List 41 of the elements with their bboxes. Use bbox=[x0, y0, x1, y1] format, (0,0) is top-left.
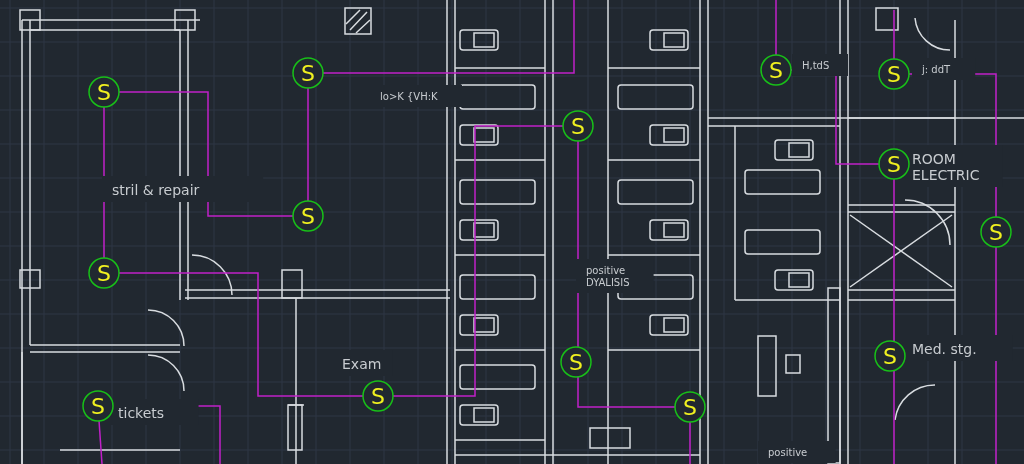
label-background bbox=[792, 54, 848, 76]
room-label: Exam bbox=[342, 356, 382, 372]
room-label: tickets bbox=[118, 405, 165, 421]
sensor-circle-icon bbox=[562, 110, 594, 142]
room-label: positive bbox=[586, 265, 626, 276]
sensor-circle-icon bbox=[560, 346, 592, 378]
sensor-label: S bbox=[301, 61, 315, 86]
sensor-circle-icon bbox=[88, 257, 120, 289]
sensor-label: S bbox=[371, 384, 385, 409]
sensor-circle-icon bbox=[292, 57, 324, 89]
room-label: DYALISIS bbox=[586, 277, 630, 288]
room-label: lo>K {VH:K bbox=[380, 91, 438, 102]
sensor-circle-icon bbox=[980, 216, 1012, 248]
sensor-label: S bbox=[97, 261, 111, 286]
sensor-label: S bbox=[97, 80, 111, 105]
sensor-label: S bbox=[887, 152, 901, 177]
sensor-label: S bbox=[569, 350, 583, 375]
sensor-circle-icon bbox=[874, 340, 906, 372]
sensor-label: S bbox=[571, 114, 585, 139]
room-label: ROOM bbox=[912, 151, 956, 167]
sensor-circle-icon bbox=[292, 200, 324, 232]
sensor-label: S bbox=[683, 395, 697, 420]
sensor-label: S bbox=[887, 62, 901, 87]
room-label: j: ddT bbox=[922, 64, 951, 75]
sensor-circle-icon bbox=[760, 54, 792, 86]
room-label: H,tdS bbox=[802, 60, 830, 71]
sensor-circle-icon bbox=[362, 380, 394, 412]
sensor-label: S bbox=[91, 394, 105, 419]
room-label: positive bbox=[768, 447, 808, 458]
room-label: stril & repair bbox=[112, 182, 200, 198]
sensor-circle-icon bbox=[674, 391, 706, 423]
sensor-circle-icon bbox=[82, 390, 114, 422]
sensor-circle-icon bbox=[878, 148, 910, 180]
sensor-label: S bbox=[989, 220, 1003, 245]
sensor-circle-icon bbox=[878, 58, 910, 90]
room-label: Med. stg. bbox=[912, 341, 977, 357]
sensor-label: S bbox=[301, 204, 315, 229]
sensor-label: S bbox=[769, 58, 783, 83]
sensor-label: S bbox=[883, 344, 897, 369]
sensor-circle-icon bbox=[88, 76, 120, 108]
room-label: ELECTRIC bbox=[912, 167, 980, 183]
